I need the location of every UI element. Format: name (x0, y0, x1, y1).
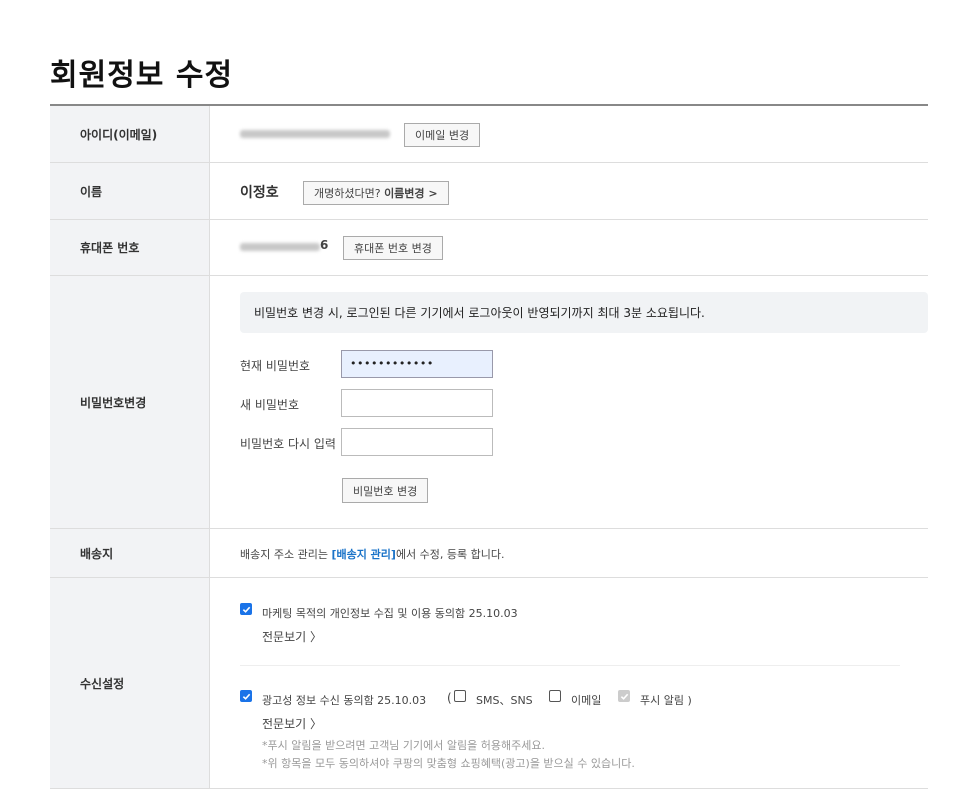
row-phone: 휴대폰 번호 6 휴대폰 번호 변경 (50, 220, 928, 276)
phone-label: 휴대폰 번호 (50, 220, 210, 275)
phone-suffix: 6 (320, 238, 329, 252)
id-content: 이메일 변경 (210, 106, 928, 162)
email-label: 이메일 (571, 694, 602, 707)
push-checkbox (618, 690, 630, 702)
new-password-label: 새 비밀번호 (240, 398, 300, 412)
consent-divider (240, 665, 900, 666)
notifications-label: 수신설정 (50, 578, 210, 788)
phone-content: 6 휴대폰 번호 변경 (210, 220, 928, 275)
push-note: *푸시 알림을 받으려면 고객님 기기에서 알림을 허용해주세요. (262, 739, 545, 752)
masked-phone (240, 243, 320, 251)
check-icon (242, 693, 251, 700)
confirm-password-input[interactable] (341, 428, 493, 456)
email-checkbox[interactable] (549, 690, 561, 702)
change-name-button[interactable]: 개명하셨다면? 이름변경 > (303, 181, 449, 205)
name-content: 이정호 개명하셨다면? 이름변경 > (210, 163, 928, 219)
password-content: 비밀번호 변경 시, 로그인된 다른 기기에서 로그아웃이 반영되기까지 최대 … (210, 276, 928, 528)
shipping-text: 배송지 주소 관리는 [배송지 관리]에서 수정, 등록 합니다. (240, 546, 505, 562)
masked-email (240, 130, 390, 138)
marketing-consent-checkbox[interactable] (240, 603, 252, 615)
current-password-value: •••••••••••• (350, 357, 434, 370)
change-name-link: 이름변경 > (384, 187, 438, 200)
new-password-input[interactable] (341, 389, 493, 417)
notifications-content: 마케팅 목적의 개인정보 수집 및 이용 동의함 25.10.03 전문보기 〉… (210, 578, 928, 788)
shipping-label: 배송지 (50, 529, 210, 577)
name-value: 이정호 (240, 185, 279, 201)
shipping-text-after: 에서 수정, 등록 합니다. (395, 548, 505, 561)
row-id: 아이디(이메일) 이메일 변경 (50, 106, 928, 163)
shipping-content: 배송지 주소 관리는 [배송지 관리]에서 수정, 등록 합니다. (210, 529, 928, 577)
current-password-label: 현재 비밀번호 (240, 359, 311, 373)
row-password: 비밀번호변경 비밀번호 변경 시, 로그인된 다른 기기에서 로그아웃이 반영되… (50, 276, 928, 529)
row-shipping: 배송지 배송지 주소 관리는 [배송지 관리]에서 수정, 등록 합니다. (50, 529, 928, 578)
ad-consent-checkbox[interactable] (240, 690, 252, 702)
id-label: 아이디(이메일) (50, 106, 210, 162)
password-notice: 비밀번호 변경 시, 로그인된 다른 기기에서 로그아웃이 반영되기까지 최대 … (240, 292, 928, 333)
ad-consent-label: 광고성 정보 수신 동의함 25.10.03 (262, 694, 427, 707)
channel-open-paren: ( (447, 691, 452, 705)
row-name: 이름 이정호 개명하셨다면? 이름변경 > (50, 163, 928, 220)
page: 회원정보 수정 아이디(이메일) 이메일 변경 이름 이정호 개명하셨다면? 이… (0, 0, 975, 789)
row-notifications: 수신설정 마케팅 목적의 개인정보 수집 및 이용 동의함 25.10.03 전… (50, 578, 928, 789)
change-name-prefix: 개명하셨다면? (314, 187, 381, 200)
change-phone-button[interactable]: 휴대폰 번호 변경 (343, 236, 443, 260)
confirm-password-label: 비밀번호 다시 입력 (240, 437, 336, 451)
member-info-form: 아이디(이메일) 이메일 변경 이름 이정호 개명하셨다면? 이름변경 > 휴대… (50, 104, 928, 789)
shipping-text-before: 배송지 주소 관리는 (240, 548, 332, 561)
shipping-manage-link[interactable]: [배송지 관리] (331, 548, 395, 561)
sms-checkbox[interactable] (454, 690, 466, 702)
name-label: 이름 (50, 163, 210, 219)
check-icon (620, 693, 629, 700)
password-label: 비밀번호변경 (50, 276, 210, 528)
push-label: 푸시 알림 ) (640, 694, 692, 707)
view-full-link-1[interactable]: 전문보기 〉 (262, 628, 322, 645)
sms-label: SMS、SNS (476, 694, 533, 707)
marketing-consent-label: 마케팅 목적의 개인정보 수집 및 이용 동의함 25.10.03 (262, 607, 518, 620)
view-full-link-2[interactable]: 전문보기 〉 (262, 715, 322, 732)
page-title: 회원정보 수정 (50, 58, 234, 93)
check-icon (242, 606, 251, 613)
change-email-button[interactable]: 이메일 변경 (404, 123, 481, 147)
benefit-note: *위 항목을 모두 동의하셔야 쿠팡의 맞춤형 쇼핑혜택(광고)을 받으실 수 … (262, 757, 635, 770)
current-password-input[interactable]: •••••••••••• (341, 350, 493, 378)
change-password-button[interactable]: 비밀번호 변경 (342, 478, 429, 503)
